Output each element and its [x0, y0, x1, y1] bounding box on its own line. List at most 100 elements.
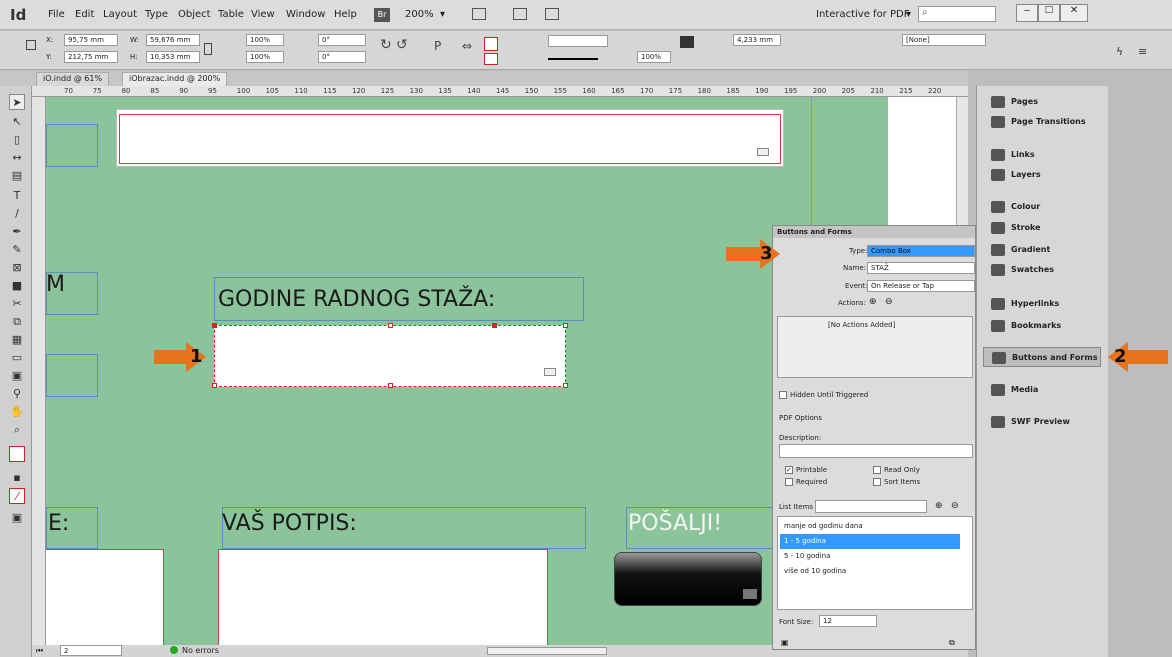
- rotation-field[interactable]: 0°: [318, 34, 366, 46]
- menu-view[interactable]: View: [251, 9, 275, 20]
- close-button[interactable]: ✕: [1060, 4, 1088, 22]
- flip-horizontal-icon[interactable]: ⇔: [462, 39, 472, 53]
- line-tool-icon[interactable]: /: [9, 206, 25, 222]
- scale-y-field[interactable]: 100%: [246, 51, 284, 63]
- screen-mode-icon[interactable]: [472, 8, 486, 20]
- menu-type[interactable]: Type: [145, 9, 168, 20]
- selection-handle[interactable]: [388, 383, 393, 388]
- menu-table[interactable]: Table: [218, 9, 244, 20]
- pdf-preview-icon[interactable]: ▣: [781, 638, 789, 647]
- signature-field[interactable]: [218, 549, 548, 645]
- submit-button-posalji[interactable]: [614, 552, 762, 606]
- pen-tool-icon[interactable]: ✒: [9, 224, 25, 240]
- actions-list[interactable]: [No Actions Added]: [777, 316, 973, 378]
- constrain-proportions-icon[interactable]: [204, 43, 212, 55]
- sort-items-checkbox[interactable]: [873, 478, 881, 486]
- scissors-icon[interactable]: ✂: [9, 296, 25, 312]
- rotate-icon[interactable]: ↻: [380, 37, 392, 53]
- rectangle-tool-icon[interactable]: ■: [9, 278, 25, 294]
- stroke-type-select[interactable]: [548, 58, 598, 60]
- panel-item-links[interactable]: Links: [983, 145, 1101, 165]
- list-items-box[interactable]: manje od godinu dana 1 - 5 godina 5 - 10…: [777, 516, 973, 610]
- name-field[interactable]: STAŽ: [867, 262, 975, 274]
- selection-handle[interactable]: [563, 323, 568, 328]
- view-options-icon[interactable]: [513, 8, 527, 20]
- object-style-select[interactable]: [None]: [902, 34, 986, 46]
- panel-item-layers[interactable]: Layers: [983, 165, 1101, 185]
- menu-window[interactable]: Window: [286, 9, 325, 20]
- text-field-top[interactable]: [116, 109, 784, 167]
- list-item-input[interactable]: [815, 500, 927, 513]
- formatting-icon[interactable]: ▪: [9, 470, 25, 486]
- lightning-icon[interactable]: ϟ: [1116, 45, 1123, 58]
- panel-item-colour[interactable]: Colour: [983, 197, 1101, 217]
- tab-iobrazac-indd[interactable]: iObrazac.indd @ 200%: [122, 72, 228, 86]
- shear-field[interactable]: 0°: [318, 51, 366, 63]
- pdf-options-toggle[interactable]: PDF Options: [779, 414, 822, 422]
- chevron-down-icon[interactable]: ▾: [440, 9, 445, 20]
- direct-selection-icon[interactable]: ↖: [9, 114, 25, 130]
- convert-object-icon[interactable]: ⧉: [949, 638, 955, 648]
- fill-stroke-icon[interactable]: [9, 446, 25, 462]
- eyedropper-icon[interactable]: ⚲: [9, 386, 25, 402]
- selection-tool-icon[interactable]: ➤: [9, 94, 25, 110]
- panel-item-hyperlinks[interactable]: Hyperlinks: [983, 294, 1101, 314]
- frame-stroke-field[interactable]: 4,233 mm: [733, 34, 781, 46]
- align-left-icon[interactable]: [680, 36, 694, 48]
- gap-tool-icon[interactable]: ↔: [9, 150, 25, 166]
- menu-edit[interactable]: Edit: [75, 9, 94, 20]
- menu-object[interactable]: Object: [178, 9, 211, 20]
- list-item[interactable]: manje od godinu dana: [780, 519, 960, 534]
- printable-checkbox[interactable]: ✓: [785, 466, 793, 474]
- panel-item-bookmarks[interactable]: Bookmarks: [983, 316, 1101, 336]
- scale-x-field[interactable]: 100%: [246, 34, 284, 46]
- signature-box-left[interactable]: [46, 549, 164, 645]
- page-first-icon[interactable]: ⏮: [36, 646, 43, 656]
- description-field[interactable]: [779, 444, 973, 458]
- width-field[interactable]: 59,676 mm: [146, 34, 200, 46]
- rectangle-frame-icon[interactable]: ⊠: [9, 260, 25, 276]
- note-tool-icon[interactable]: ▣: [9, 368, 25, 384]
- page-tool-icon[interactable]: ▯: [9, 132, 25, 148]
- frame-left-top[interactable]: [46, 124, 98, 167]
- y-field[interactable]: 212,75 mm: [64, 51, 118, 63]
- combo-box-staz[interactable]: [212, 323, 568, 388]
- type-tool-icon[interactable]: T: [9, 188, 25, 204]
- pencil-tool-icon[interactable]: ✎: [9, 242, 25, 258]
- panel-item-gradient[interactable]: Gradient: [983, 240, 1101, 260]
- zoom-tool-icon[interactable]: ⌕: [9, 422, 25, 438]
- selection-handle[interactable]: [563, 383, 568, 388]
- hand-tool-icon[interactable]: ✋: [9, 404, 25, 420]
- panel-item-swatches[interactable]: Swatches: [983, 260, 1101, 280]
- workspace-switcher[interactable]: Interactive for PDF: [816, 9, 909, 20]
- stroke-swatch-icon[interactable]: [484, 53, 498, 65]
- minimize-button[interactable]: ‒: [1016, 4, 1038, 22]
- bridge-button[interactable]: Br: [374, 8, 390, 22]
- page-number-field[interactable]: 2: [60, 645, 122, 656]
- gradient-feather-icon[interactable]: ▭: [9, 350, 25, 366]
- add-list-item-icon[interactable]: ⊕: [935, 501, 943, 511]
- screen-mode-icon[interactable]: ▣: [9, 510, 25, 526]
- panel-item-stroke[interactable]: Stroke: [983, 218, 1101, 238]
- apply-none-icon[interactable]: ⁄: [9, 488, 25, 504]
- panel-item-swf-preview[interactable]: SWF Preview: [983, 412, 1101, 432]
- list-item-selected[interactable]: 1 - 5 godina: [780, 534, 960, 549]
- event-select[interactable]: On Release or Tap: [867, 280, 975, 292]
- remove-list-item-icon[interactable]: ⊖: [951, 501, 959, 511]
- opacity-field[interactable]: 100%: [637, 51, 671, 63]
- selection-handle[interactable]: [388, 323, 393, 328]
- read-only-checkbox[interactable]: [873, 466, 881, 474]
- font-size-select[interactable]: 12: [819, 615, 877, 627]
- selection-handle[interactable]: [492, 323, 497, 328]
- reference-point-icon[interactable]: [26, 40, 36, 50]
- required-checkbox[interactable]: [785, 478, 793, 486]
- text-frame-icon[interactable]: P: [434, 39, 441, 53]
- preflight-errors[interactable]: No errors: [182, 646, 219, 655]
- tab-io-indd[interactable]: iO.indd @ 61%: [36, 72, 110, 86]
- fill-swatch-icon[interactable]: [484, 37, 498, 51]
- rotate-ccw-icon[interactable]: ↺: [396, 37, 408, 53]
- height-field[interactable]: 10,353 mm: [146, 51, 200, 63]
- panel-menu-icon[interactable]: ≡: [1138, 45, 1147, 58]
- content-collector-icon[interactable]: ▤: [9, 168, 25, 184]
- stroke-weight-select[interactable]: [548, 35, 608, 47]
